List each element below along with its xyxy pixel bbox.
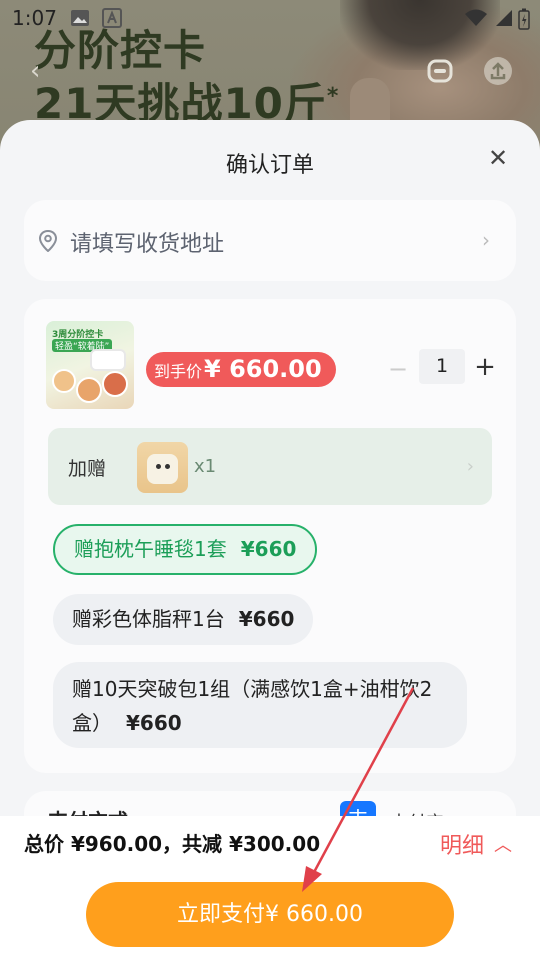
product-thumbnail: 3周分阶控卡 轻盈“软着陆”: [46, 321, 134, 409]
share-icon[interactable]: [482, 55, 514, 87]
address-placeholder: 请填写收货地址: [70, 232, 225, 257]
chevron-right-icon: ›: [466, 456, 474, 477]
font-icon: [102, 8, 122, 28]
gift-thumbnail: [137, 442, 188, 493]
option-amount: ¥660: [240, 537, 297, 561]
quantity-field[interactable]: 1: [419, 349, 465, 384]
decrease-quantity-button[interactable]: −: [388, 357, 408, 381]
price-detail-toggle[interactable]: 明细 ︿: [440, 828, 512, 860]
status-time: 1:07: [12, 6, 57, 30]
robot-icon[interactable]: [424, 55, 456, 87]
back-arrow-icon[interactable]: ‹: [30, 58, 52, 84]
option-label: 赠抱枕午睡毯1套: [74, 537, 227, 561]
increase-quantity-button[interactable]: +: [474, 354, 496, 380]
final-price-badge: 到手价 ¥ 660.00: [146, 352, 336, 387]
product-box: [90, 349, 126, 371]
pillow-eye: [156, 464, 161, 469]
product-card: 3周分阶控卡 轻盈“软着陆” 到手价 ¥ 660.00 − 1 + 加赠 x1 …: [24, 299, 516, 773]
status-bar: 1:07: [0, 0, 540, 36]
sheet-title: 确认订单: [225, 153, 314, 178]
signal-icon: [494, 8, 514, 28]
food-plate: [102, 371, 128, 397]
price-value: ¥ 660.00: [204, 355, 322, 383]
location-pin-icon: [38, 229, 58, 253]
option-amount: ¥660: [238, 607, 295, 631]
price-label: 到手价: [154, 362, 203, 381]
option-label: 赠彩色体脂秤1台: [72, 607, 225, 631]
pillow-image: [147, 454, 178, 484]
gift-count: x1: [194, 456, 217, 477]
food-plate: [52, 369, 76, 393]
gift-option-pillow-blanket[interactable]: 赠抱枕午睡毯1套 ¥660: [53, 524, 318, 575]
checkout-bar: 总价 ¥960.00，共减 ¥300.00 明细 ︿ 立即支付¥ 660.00: [0, 816, 540, 960]
detail-label: 明细: [439, 834, 484, 859]
image-icon: [70, 8, 90, 28]
promo-title: 分阶控卡 21天挑战10斤*: [34, 28, 339, 127]
promo-mark: *: [326, 84, 340, 109]
pillow-eye: [165, 464, 170, 469]
gift-row[interactable]: 加赠 x1 ›: [48, 428, 492, 505]
wifi-icon: [464, 8, 488, 28]
gift-option-body-fat-scale[interactable]: 赠彩色体脂秤1台 ¥660: [53, 594, 314, 645]
food-plate: [76, 377, 102, 403]
option-amount: ¥660: [126, 711, 182, 735]
chevron-up-icon: ︿: [494, 835, 512, 856]
address-card[interactable]: 请填写收货地址 ›: [24, 200, 516, 281]
close-icon[interactable]: ✕: [486, 146, 510, 170]
pay-now-button[interactable]: 立即支付¥ 660.00: [86, 882, 454, 947]
gift-label: 加赠: [68, 458, 107, 480]
battery-icon: [518, 8, 530, 30]
gift-option-breakthrough-pack[interactable]: 赠10天突破包1组（满感饮1盒+油柑饮2盒） ¥660: [53, 662, 467, 748]
chevron-right-icon: ›: [482, 228, 490, 252]
total-summary: 总价 ¥960.00，共减 ¥300.00: [24, 832, 321, 856]
